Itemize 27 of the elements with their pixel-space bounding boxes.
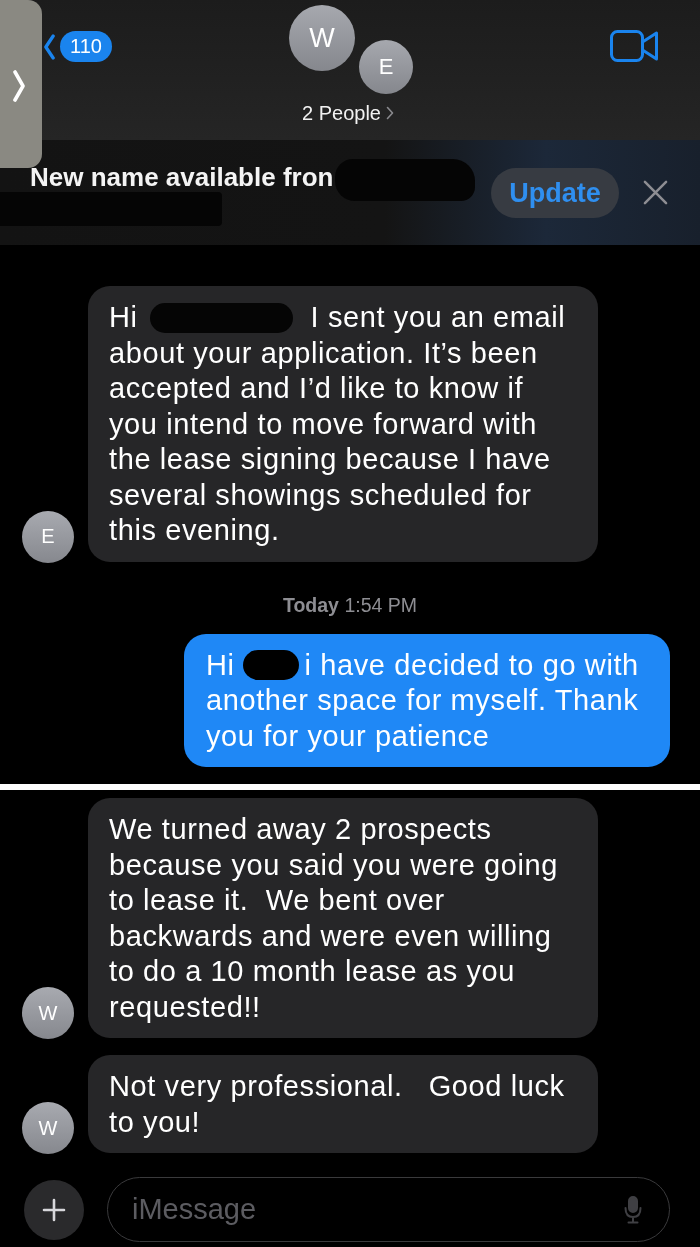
message-text: I sent you an email bbox=[310, 300, 566, 335]
sender-avatar: W bbox=[22, 1102, 74, 1154]
message-input-field[interactable]: iMessage bbox=[107, 1177, 670, 1242]
sender-avatar: W bbox=[22, 987, 74, 1039]
message-text: i have decided to go with bbox=[304, 647, 639, 683]
message-text: Not very professional. Good luck to you! bbox=[109, 1069, 566, 1140]
close-icon[interactable] bbox=[643, 180, 668, 205]
message-text: We turned away 2 prospects because you said you were going to lease it. We bent over backwards and were even willing to do a 10 month lease as you requested!! bbox=[109, 812, 560, 1025]
chevron-right-icon bbox=[13, 70, 25, 102]
message-text: Hi bbox=[206, 647, 235, 683]
contact-avatar[interactable]: W bbox=[289, 5, 355, 71]
timestamp: Today 1:54 PM bbox=[283, 593, 417, 616]
people-link[interactable]: 2 People bbox=[302, 102, 394, 124]
message-text: another space for myself. Thank you for your patience bbox=[206, 683, 640, 754]
message-text: Hi bbox=[109, 300, 138, 335]
video-camera-icon[interactable] bbox=[610, 30, 658, 62]
back-button[interactable]: 110 bbox=[44, 31, 112, 62]
redaction-mark bbox=[242, 650, 299, 681]
back-chevron-icon bbox=[44, 33, 55, 60]
banner-text: New name available fron bbox=[30, 161, 334, 193]
contact-avatar[interactable]: E bbox=[359, 40, 413, 94]
sender-avatar: E bbox=[22, 510, 74, 563]
update-button[interactable]: Update bbox=[491, 168, 619, 218]
plus-icon bbox=[42, 1197, 66, 1222]
message-text: about your application. It’s been accepted and I’d like to know if you intend to move forward with the lease signing because I have several showings scheduled for this evening. bbox=[109, 335, 552, 548]
unread-count-badge: 110 bbox=[60, 31, 112, 62]
chevron-right-icon bbox=[386, 106, 394, 120]
